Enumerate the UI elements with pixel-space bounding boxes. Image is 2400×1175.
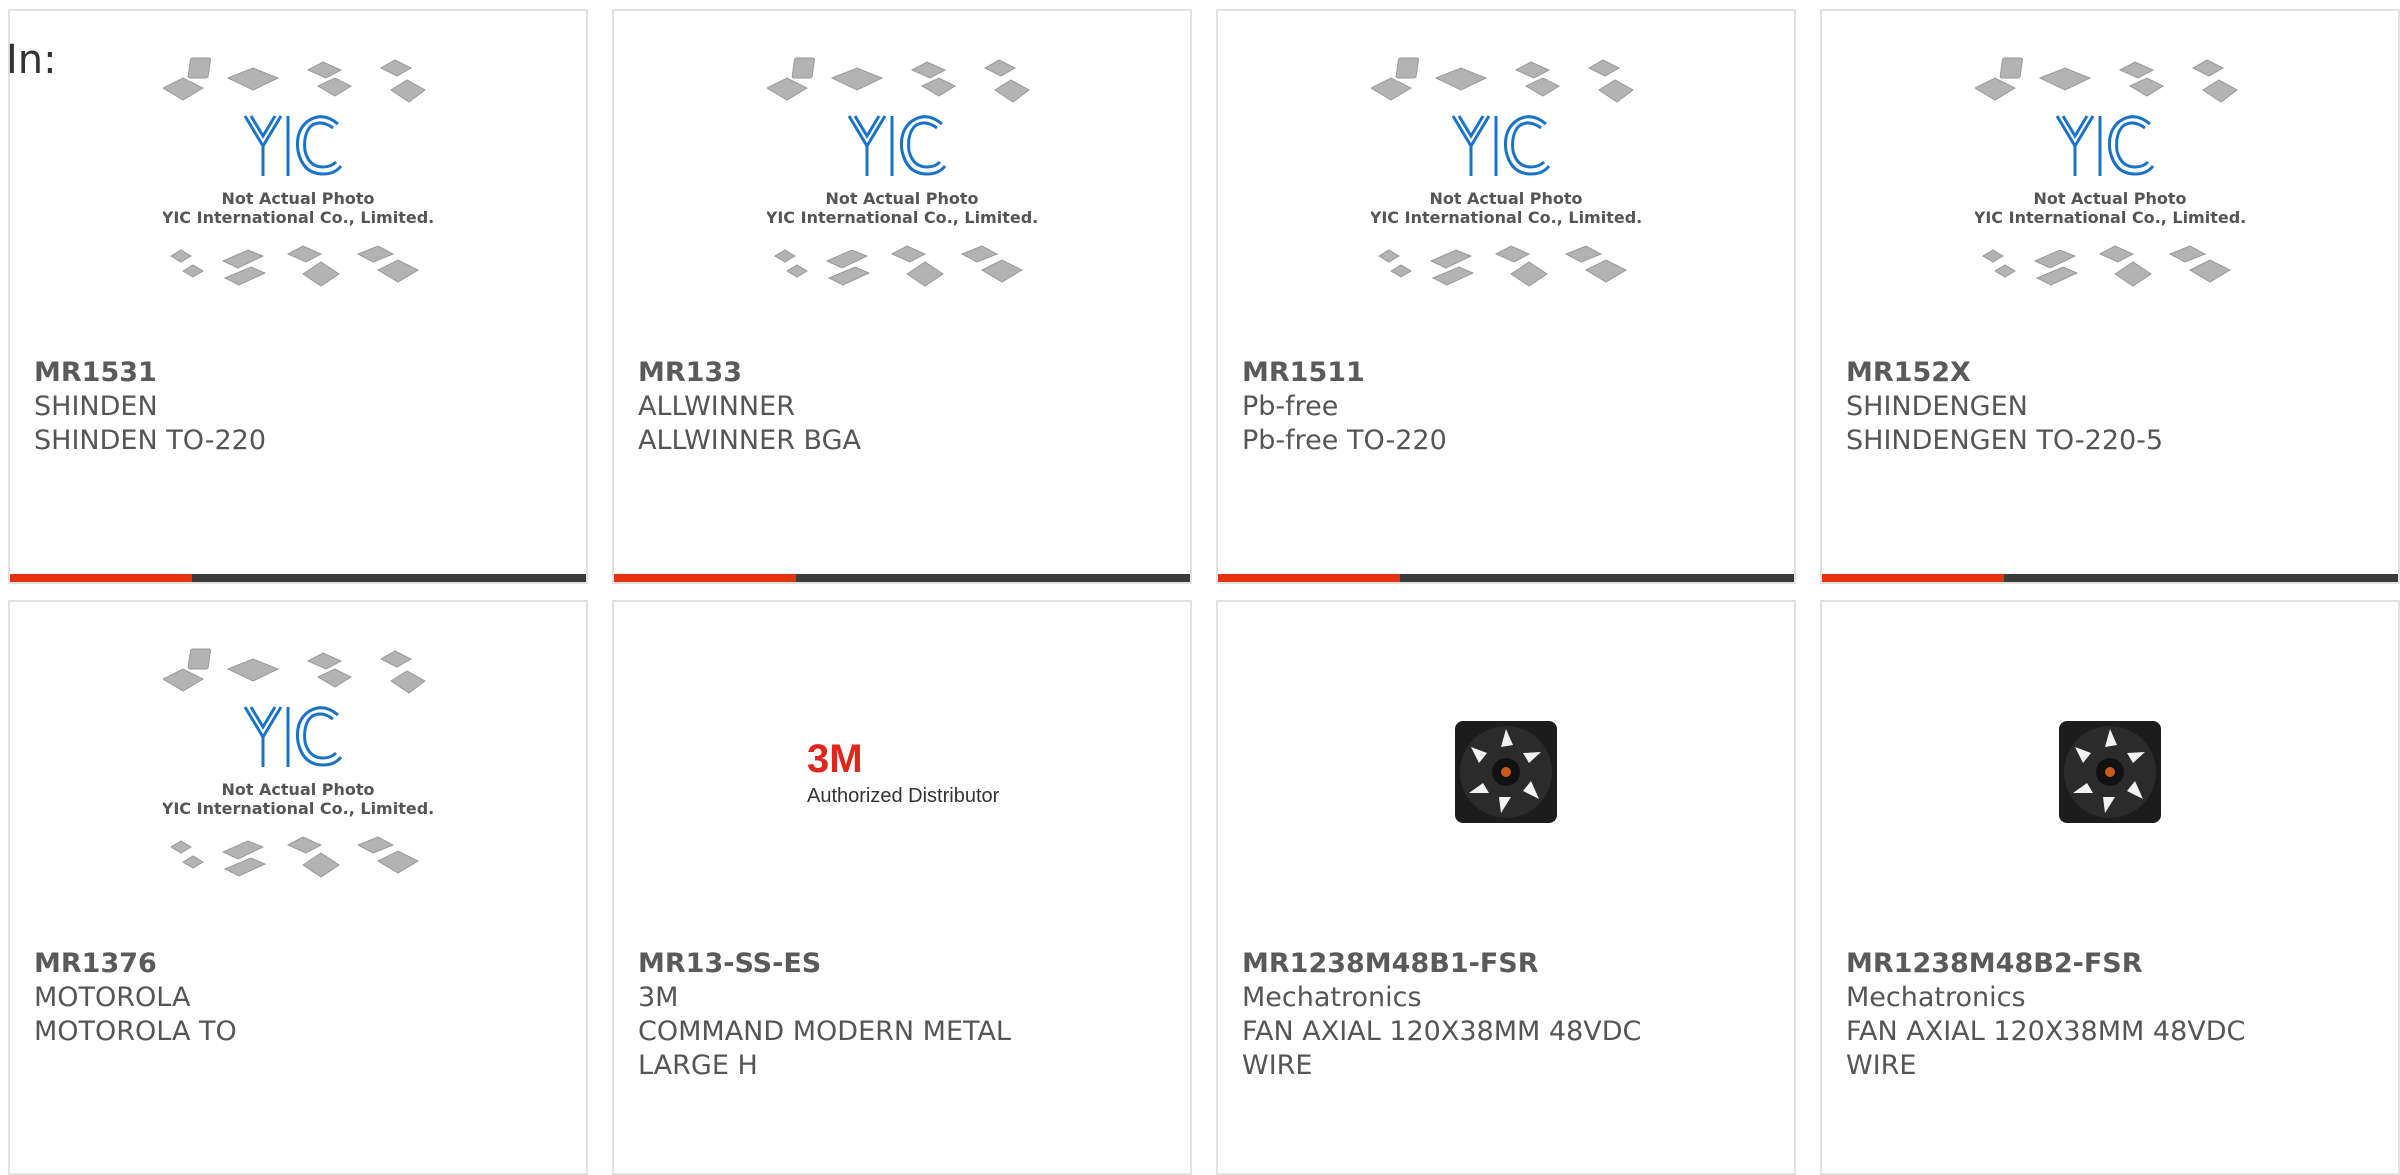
manufacturer: SHINDENGEN <box>1846 391 2028 422</box>
card-footer-bar <box>1822 574 2398 582</box>
in-label: In: <box>6 37 57 83</box>
card-footer-accent <box>614 574 796 582</box>
chip-placeholder-image: Not Actual Photo YIC International Co., … <box>1975 57 2245 287</box>
card-footer-bar <box>1218 574 1794 582</box>
product-info: MR1531 SHINDEN SHINDEN TO-220 <box>34 356 562 458</box>
product-card[interactable]: Not Actual Photo YIC International Co., … <box>8 600 588 1175</box>
product-photo[interactable]: Not Actual Photo YIC International Co., … <box>10 647 586 947</box>
manufacturer: ALLWINNER <box>638 391 795 422</box>
product-photo[interactable]: Not Actual Photo YIC International Co., … <box>10 56 586 356</box>
card-footer-accent <box>10 574 192 582</box>
part-number[interactable]: MR1511 <box>1242 356 1770 390</box>
svg-text:YIC International Co., Limited: YIC International Co., Limited. <box>163 208 433 227</box>
svg-text:YIC International Co., Limited: YIC International Co., Limited. <box>767 208 1037 227</box>
product-card-link[interactable]: Not Actual Photo YIC International Co., … <box>10 11 586 582</box>
svg-text:YIC International Co., Limited: YIC International Co., Limited. <box>1371 208 1641 227</box>
part-number[interactable]: MR133 <box>638 356 1166 390</box>
manufacturer: 3M <box>638 982 679 1013</box>
product-card[interactable]: Not Actual Photo YIC International Co., … <box>612 9 1192 584</box>
product-photo[interactable] <box>1822 647 2398 947</box>
product-info: MR1376 MOTOROLA MOTOROLA TO <box>34 947 562 1049</box>
description: MOTOROLA TO <box>34 1016 237 1047</box>
product-photo[interactable]: 3M Authorized Distributor <box>614 647 1190 947</box>
product-card-link[interactable]: Not Actual Photo YIC International Co., … <box>614 11 1190 582</box>
part-number[interactable]: MR13-SS-ES <box>638 947 1166 981</box>
description: ALLWINNER BGA <box>638 425 861 456</box>
product-photo[interactable]: Not Actual Photo YIC International Co., … <box>614 56 1190 356</box>
svg-text:YIC International Co., Limited: YIC International Co., Limited. <box>163 799 433 818</box>
description: FAN AXIAL 120X38MM 48VDC <box>1846 1016 2246 1047</box>
description-continued: LARGE H <box>638 1050 758 1081</box>
manufacturer: Pb-free <box>1242 391 1339 422</box>
svg-text:Authorized Distributor: Authorized Distributor <box>807 785 1000 807</box>
product-card-link[interactable]: Not Actual Photo YIC International Co., … <box>1218 11 1794 582</box>
svg-text:Not Actual Photo: Not Actual Photo <box>221 189 374 208</box>
product-card[interactable]: 3M Authorized Distributor MR13-SS-ES 3M COMM… <box>612 600 1192 1175</box>
svg-text:YIC International Co., Limited: YIC International Co., Limited. <box>1975 208 2245 227</box>
description: FAN AXIAL 120X38MM 48VDC <box>1242 1016 1642 1047</box>
description: COMMAND MODERN METAL <box>638 1016 1011 1047</box>
product-photo[interactable]: Not Actual Photo YIC International Co., … <box>1822 56 2398 356</box>
product-photo[interactable] <box>1218 647 1794 947</box>
description-continued: WIRE <box>1242 1050 1313 1081</box>
product-info: MR1238M48B2-FSR Mechatronics FAN AXIAL 120… <box>1846 947 2374 1083</box>
fan-image <box>1455 721 1557 823</box>
description: SHINDENGEN TO-220-5 <box>1846 425 2164 456</box>
product-card[interactable]: MR1238M48B1-FSR Mechatronics FAN AXIAL 120… <box>1216 600 1796 1175</box>
card-footer-bar <box>614 574 1190 582</box>
svg-text:Not Actual Photo: Not Actual Photo <box>825 189 978 208</box>
fan-image <box>2059 721 2161 823</box>
svg-text:Not Actual Photo: Not Actual Photo <box>2033 189 2186 208</box>
chip-placeholder-image: Not Actual Photo YIC International Co., … <box>163 57 433 287</box>
product-photo[interactable]: Not Actual Photo YIC International Co., … <box>1218 56 1794 356</box>
product-card-link[interactable]: 3M Authorized Distributor MR13-SS-ES 3M COMM… <box>614 602 1190 1173</box>
chip-placeholder-image: Not Actual Photo YIC International Co., … <box>767 57 1037 287</box>
manufacturer: Mechatronics <box>1846 982 2026 1013</box>
card-footer-bar <box>10 574 586 582</box>
card-footer-accent <box>1822 574 2004 582</box>
chip-placeholder-image: Not Actual Photo YIC International Co., … <box>163 648 433 878</box>
product-info: MR152X SHINDENGEN SHINDENGEN TO-220-5 <box>1846 356 2374 458</box>
product-info: MR1238M48B1-FSR Mechatronics FAN AXIAL 120… <box>1242 947 1770 1083</box>
part-number[interactable]: MR1238M48B1-FSR <box>1242 947 1770 981</box>
manufacturer: Mechatronics <box>1242 982 1422 1013</box>
product-info: MR1511 Pb-free Pb-free TO-220 <box>1242 356 1770 458</box>
part-number[interactable]: MR1376 <box>34 947 562 981</box>
description: Pb-free TO-220 <box>1242 425 1447 456</box>
part-number[interactable]: MR1531 <box>34 356 562 390</box>
part-number[interactable]: MR1238M48B2-FSR <box>1846 947 2374 981</box>
svg-text:Not Actual Photo: Not Actual Photo <box>221 780 374 799</box>
product-card-link[interactable]: Not Actual Photo YIC International Co., … <box>1822 11 2398 582</box>
product-card-link[interactable]: MR1238M48B2-FSR Mechatronics FAN AXIAL 120… <box>1822 602 2398 1173</box>
product-card-link[interactable]: Not Actual Photo YIC International Co., … <box>10 602 586 1173</box>
product-info: MR13-SS-ES 3M COMMAND MODERN METAL LARGE H <box>638 947 1166 1083</box>
product-card[interactable]: Not Actual Photo YIC International Co., … <box>8 9 588 584</box>
chip-placeholder-image: Not Actual Photo YIC International Co., … <box>1371 57 1641 287</box>
part-number[interactable]: MR152X <box>1846 356 2374 390</box>
product-card-link[interactable]: MR1238M48B1-FSR Mechatronics FAN AXIAL 120… <box>1218 602 1794 1173</box>
svg-text:Not Actual Photo: Not Actual Photo <box>1429 189 1582 208</box>
3m-authorized-distributor-image: 3M Authorized Distributor <box>797 727 1007 817</box>
description: SHINDEN TO-220 <box>34 425 267 456</box>
svg-text:3M: 3M <box>807 737 863 781</box>
description-continued: WIRE <box>1846 1050 1917 1081</box>
product-info: MR133 ALLWINNER ALLWINNER BGA <box>638 356 1166 458</box>
card-footer-accent <box>1218 574 1400 582</box>
product-card[interactable]: MR1238M48B2-FSR Mechatronics FAN AXIAL 120… <box>1820 600 2400 1175</box>
manufacturer: MOTOROLA <box>34 982 191 1013</box>
product-card[interactable]: Not Actual Photo YIC International Co., … <box>1216 9 1796 584</box>
product-card[interactable]: Not Actual Photo YIC International Co., … <box>1820 9 2400 584</box>
manufacturer: SHINDEN <box>34 391 158 422</box>
